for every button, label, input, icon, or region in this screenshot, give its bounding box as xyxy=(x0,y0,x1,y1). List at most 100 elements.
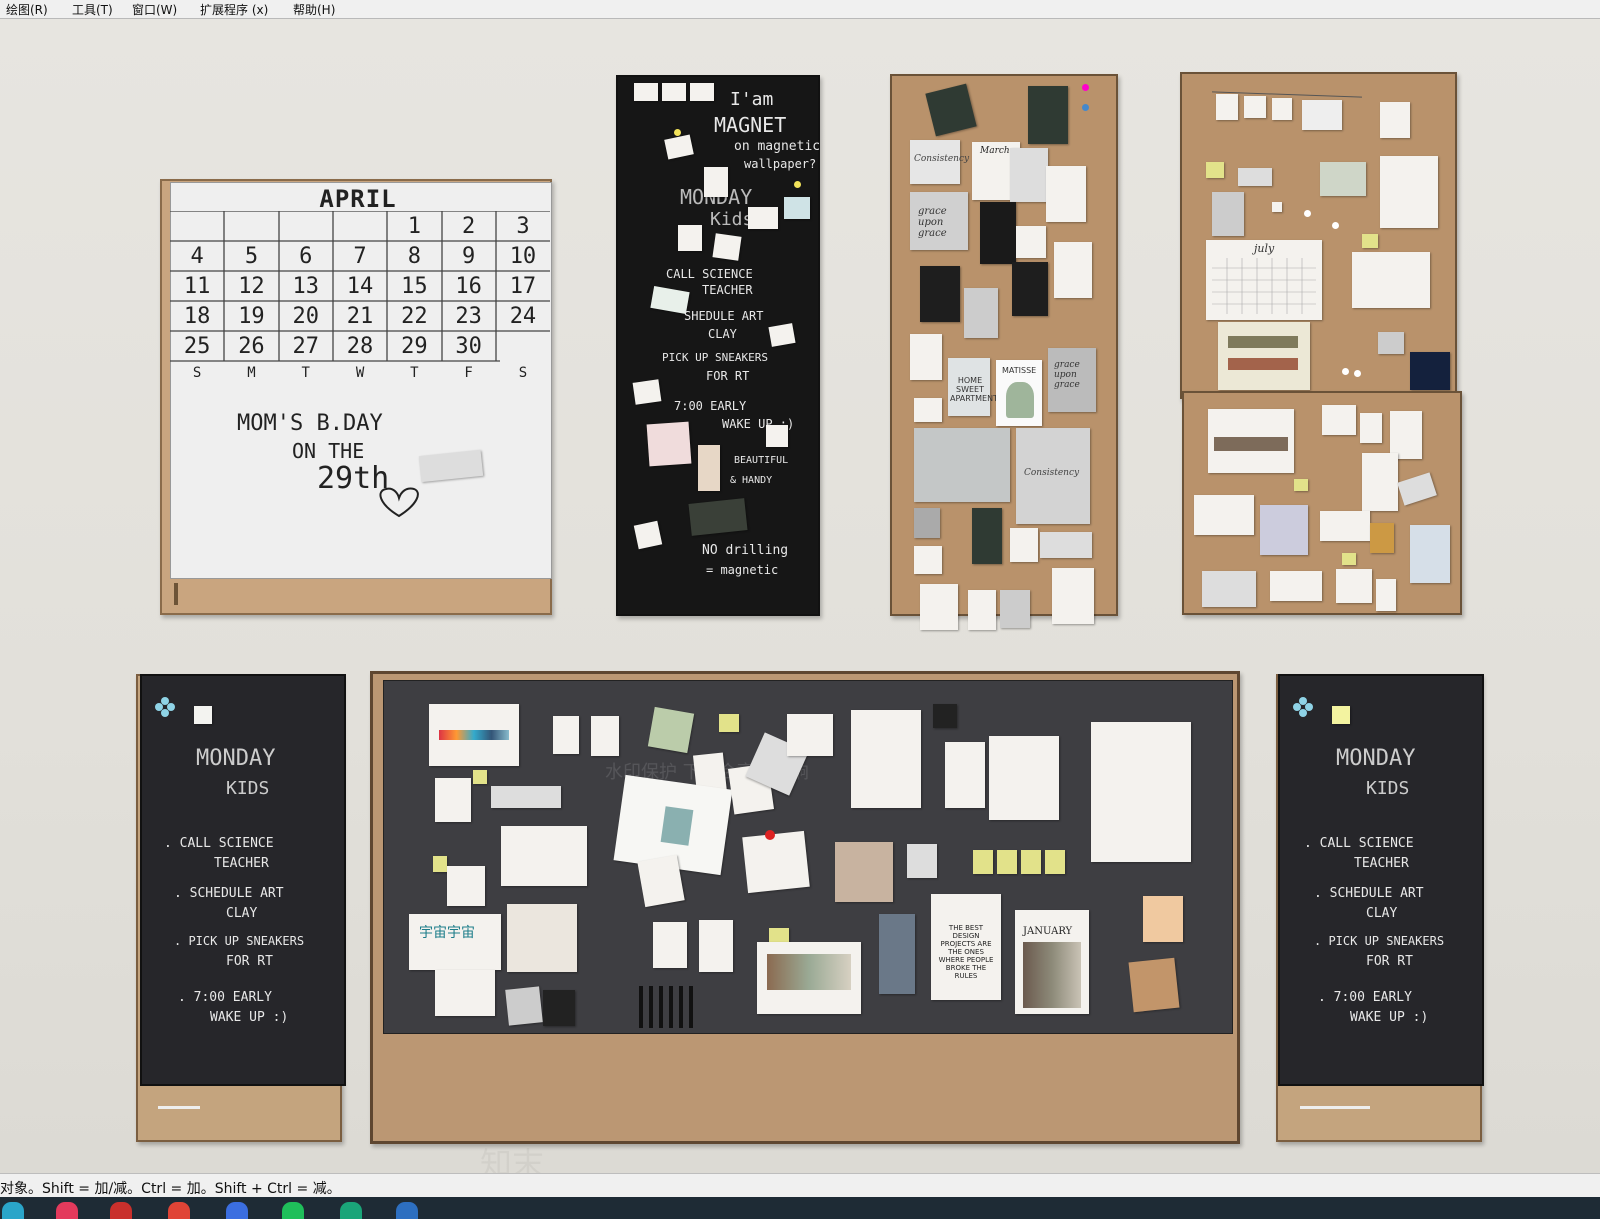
palette-row xyxy=(1228,336,1298,348)
weekday-label: W xyxy=(355,365,365,381)
weekday-label: S xyxy=(192,365,202,381)
photo-card xyxy=(1336,569,1372,603)
magnet-handy: & HANDY xyxy=(730,475,773,486)
chalk-title-2: KIDS xyxy=(226,778,270,799)
photo-card xyxy=(1016,226,1046,258)
card-consistency-2: Consistency xyxy=(1024,468,1080,478)
board-pin xyxy=(1082,84,1089,91)
magnet-todo-1: CALL SCIENCE xyxy=(666,267,753,281)
magnet-card xyxy=(748,207,778,229)
menu-extensions[interactable]: 扩展程序 (x) xyxy=(200,1,268,18)
weekday-label: S xyxy=(518,365,528,381)
chalk-stick xyxy=(158,1106,200,1109)
cork-board-right-bottom[interactable] xyxy=(1182,391,1462,615)
sunset-photo xyxy=(1143,896,1183,942)
sticky-note xyxy=(1342,553,1356,565)
dark-card xyxy=(543,990,575,1026)
poster-text: THE BEST DESIGN PROJECTS ARE THE ONES WH… xyxy=(938,924,994,980)
calendar-day: 30 xyxy=(455,334,482,359)
app-icon[interactable] xyxy=(340,1202,362,1219)
photo-card xyxy=(1054,242,1092,298)
app-icon[interactable] xyxy=(168,1202,190,1219)
weekday-label: M xyxy=(247,365,256,381)
sketch-card xyxy=(1352,252,1430,308)
text-card xyxy=(699,920,733,972)
viewport-canvas[interactable]: 知末 知末 知末 知末 知末 知末 知末 知末 APRIL xyxy=(0,19,1600,1173)
moodboard-photo xyxy=(767,954,851,990)
status-bar: 对象。Shift = 加/减。Ctrl = 加。Shift + Ctrl = 减… xyxy=(0,1173,1600,1198)
app-icon[interactable] xyxy=(226,1202,248,1219)
weekday-label: F xyxy=(464,365,473,381)
calendar-day: 5 xyxy=(244,244,259,269)
photo-card xyxy=(910,334,942,380)
planner-card xyxy=(914,428,1010,502)
flower-icon xyxy=(155,697,175,717)
magnet-title-2: Kids xyxy=(710,209,754,230)
calendar-whiteboard[interactable]: APRIL 1 2 3 4 5 6 7 8 9 10 11 12 13 14 15 16 17 18 19 20 21 2… xyxy=(160,179,552,615)
photo-card xyxy=(1370,523,1394,553)
app-icon[interactable] xyxy=(110,1202,132,1219)
magnet-beautiful: BEAUTIFUL xyxy=(734,455,789,466)
calendar-day: 19 xyxy=(238,304,265,329)
card-home: HOME SWEET APARTMENT xyxy=(950,376,998,403)
magnet-todo-4: 7:00 EARLY xyxy=(674,399,747,413)
cork-board-right-top[interactable]: july xyxy=(1180,72,1457,399)
chalkboard-right[interactable]: MONDAY KIDS . CALL SCIENCE TEACHER . SCH… xyxy=(1276,674,1484,1142)
magnet-line-1: I'am xyxy=(730,89,774,110)
quote-card xyxy=(920,266,960,322)
photo-card xyxy=(690,83,714,101)
photo-card xyxy=(907,844,937,878)
chalkboard-left[interactable]: MONDAY KIDS . CALL SCIENCE TEACHER . SCH… xyxy=(136,674,346,1142)
magnet-card xyxy=(664,134,694,160)
calendar-day: 26 xyxy=(238,334,265,359)
sketch-card xyxy=(945,742,985,808)
swatch-card xyxy=(698,445,720,491)
photo-card xyxy=(1010,528,1038,562)
handwritten-letter xyxy=(1091,722,1191,862)
magnet-board[interactable]: I'am MAGNET on magnetic wallpaper? MONDA… xyxy=(616,75,820,616)
photo-card xyxy=(1040,532,1092,558)
app-icon[interactable] xyxy=(282,1202,304,1219)
app-icon[interactable] xyxy=(56,1202,78,1219)
photo-card xyxy=(914,508,940,538)
magnet-card xyxy=(678,225,702,251)
sticky-note xyxy=(473,770,487,784)
calendar-day: 20 xyxy=(292,304,319,329)
sticky-note xyxy=(1206,162,1224,178)
menu-tools[interactable]: 工具(T) xyxy=(72,1,113,18)
photo-grid xyxy=(835,842,893,902)
calendar-day: 16 xyxy=(455,274,482,299)
magnet-card xyxy=(712,233,742,261)
photo-card xyxy=(980,202,1016,264)
menu-draw[interactable]: 绘图(R) xyxy=(6,1,48,18)
magnet-todo-2: SHEDULE ART xyxy=(684,309,764,323)
calendar-day: 21 xyxy=(346,304,374,329)
menu-help[interactable]: 帮助(H) xyxy=(293,1,335,18)
watermark: 知末 xyxy=(480,1139,544,1173)
chalk-t1b: TEACHER xyxy=(214,856,269,871)
calendar-day: 24 xyxy=(509,304,537,329)
photo-card xyxy=(553,716,579,754)
calendar-day: 14 xyxy=(346,274,374,299)
photo-card xyxy=(1376,579,1396,611)
quote-card xyxy=(1028,86,1068,144)
photo-card xyxy=(1010,148,1048,202)
swatch-card xyxy=(879,914,915,994)
app-icon[interactable] xyxy=(2,1202,24,1219)
leaf-graphic xyxy=(1006,382,1034,418)
menu-window[interactable]: 窗口(W) xyxy=(132,1,177,18)
calendar-day: 3 xyxy=(516,214,530,239)
calendar-label: july xyxy=(1254,242,1275,255)
chalk-title-1: MONDAY xyxy=(1336,746,1416,771)
photo-card xyxy=(501,826,587,886)
calendar-day: 1 xyxy=(407,214,421,239)
photo-card xyxy=(1244,96,1266,118)
magnet-line-3: on magnetic xyxy=(734,139,821,154)
card-grace: grace upon grace xyxy=(918,206,947,239)
cork-board-tall[interactable]: Consistency March grace upon grace HOME … xyxy=(890,74,1118,630)
app-icon[interactable] xyxy=(396,1202,418,1219)
photo-card xyxy=(925,83,977,137)
large-pin-board[interactable]: 水印保护 下载会享受影响 宇宙宇宙 xyxy=(370,671,1240,1144)
calendar-day: 4 xyxy=(190,244,204,269)
photo-card xyxy=(1260,505,1308,555)
